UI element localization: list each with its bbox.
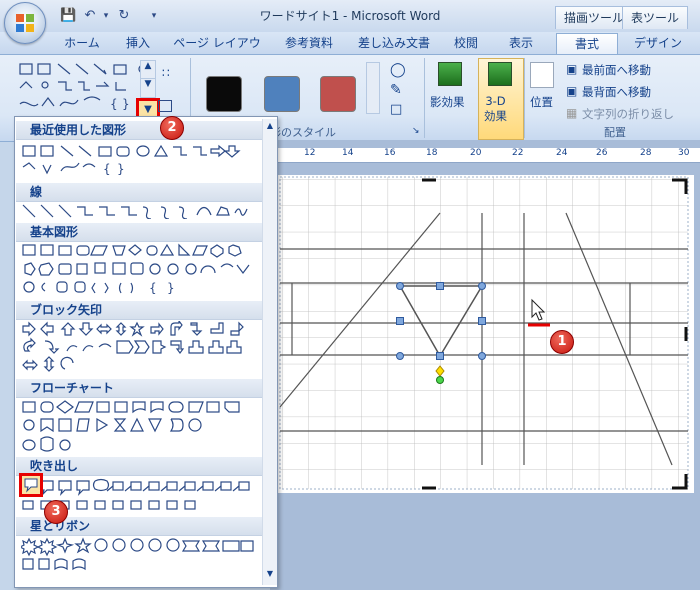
step-badge-3: 3 <box>44 500 68 524</box>
edit-shape-icon[interactable]: ∷ <box>162 66 170 80</box>
customize-toolbar-icon[interactable]: ▾ <box>146 8 162 24</box>
scroll-down-icon[interactable]: ▼ <box>264 569 276 581</box>
tab-page-layout[interactable]: ページ レイアウト <box>172 33 262 71</box>
svg-text:}: } <box>167 281 175 295</box>
ruler-tick: 12 <box>304 148 316 158</box>
gallery-scroll-down-icon[interactable]: ▼ <box>140 78 156 98</box>
send-to-back-button[interactable]: 最背面へ移動 <box>582 84 651 100</box>
rectangular-callout-button[interactable] <box>19 473 43 497</box>
window-title: ワードサイト1 - Microsoft Word <box>259 9 441 23</box>
drawing-canvas[interactable] <box>276 175 694 493</box>
arrange-group-label: 配置 <box>604 126 626 139</box>
ruler-tick: 16 <box>384 148 396 158</box>
position-button[interactable]: 位置 <box>530 94 553 110</box>
undo-icon[interactable]: ↶ <box>82 8 98 24</box>
svg-text:{: { <box>103 162 111 176</box>
redo-icon[interactable]: ↻ <box>116 8 132 24</box>
flowchart-rows[interactable] <box>21 399 257 455</box>
dialog-launcher-icon[interactable]: ↘ <box>412 126 420 136</box>
office-logo-icon <box>16 14 34 32</box>
3d-effects-icon <box>488 62 512 86</box>
tab-review[interactable]: 校閲 <box>446 33 486 54</box>
category-basic-shapes: 基本図形 <box>16 223 275 242</box>
shape-styles-group-label: 形のスタイル <box>270 126 336 139</box>
bring-to-front-button[interactable]: 最前面へ移動 <box>582 62 651 78</box>
ruler-tick: 28 <box>640 148 652 158</box>
recent-shapes-row[interactable]: { } <box>21 143 257 179</box>
fill-color-icon[interactable]: ◯ <box>390 62 406 78</box>
stars-ribbons-rows[interactable] <box>21 537 257 577</box>
ruler-tick: 30 <box>678 148 690 158</box>
ruler-tick: 14 <box>342 148 354 158</box>
category-block-arrows: ブロック矢印 <box>16 301 275 320</box>
tab-insert[interactable]: 挿入 <box>118 33 158 54</box>
shadow-effects-button[interactable]: 影効果 <box>430 94 465 110</box>
tab-design[interactable]: デザイン <box>628 33 688 54</box>
svg-text:}: } <box>117 162 125 176</box>
horizontal-ruler[interactable]: 12 14 16 18 20 22 24 26 28 30 <box>274 148 700 163</box>
step-badge-1: 1 <box>550 330 574 354</box>
svg-text:{: { <box>110 97 118 111</box>
block-arrows-rows[interactable] <box>21 321 257 377</box>
save-icon[interactable]: 💾 <box>60 8 76 24</box>
shadow-effects-icon[interactable] <box>438 62 462 86</box>
gallery-scroll-up-icon[interactable]: ▲ <box>140 60 156 80</box>
tab-mailings[interactable]: 差し込み文書 <box>356 33 432 54</box>
ruler-tick: 22 <box>512 148 524 158</box>
undo-dropdown-icon[interactable]: ▾ <box>98 8 114 24</box>
ribbon-separator <box>424 58 425 138</box>
ribbon-separator <box>524 58 525 138</box>
table-tools-context-tab[interactable]: 表ツール <box>622 6 689 29</box>
send-back-icon: ▣ <box>566 84 578 98</box>
category-recently-used: 最近使用した図形 <box>16 121 275 140</box>
text-wrap-icon: ▦ <box>566 106 578 120</box>
position-icon[interactable] <box>530 62 554 88</box>
text-wrapping-button[interactable]: 文字列の折り返し <box>582 106 674 122</box>
ruler-tick: 24 <box>556 148 568 158</box>
step-badge-2: 2 <box>160 116 184 140</box>
tab-format[interactable]: 書式 <box>556 33 618 55</box>
textbox-icon[interactable] <box>158 100 172 112</box>
dropdown-scrollbar[interactable]: ▲ ▼ <box>262 119 277 585</box>
rotate-handle-icon[interactable] <box>436 376 444 384</box>
tab-references[interactable]: 参考資料 <box>276 33 342 54</box>
lines-shapes-row[interactable] <box>21 203 257 219</box>
category-flowchart: フローチャート <box>16 379 275 398</box>
bring-front-icon: ▣ <box>566 62 578 76</box>
change-shape-icon[interactable]: □ <box>390 102 402 117</box>
3d-effects-label: 3-D 効果 <box>484 94 507 123</box>
ruler-tick: 20 <box>470 148 482 158</box>
svg-text:{: { <box>149 281 157 295</box>
shape-style-red[interactable] <box>320 76 356 112</box>
shape-style-blue[interactable] <box>264 76 300 112</box>
category-lines: 線 <box>16 183 275 202</box>
tab-home[interactable]: ホーム <box>60 33 104 54</box>
basic-shapes-rows[interactable]: { } <box>21 243 257 299</box>
ruler-tick: 26 <box>596 148 608 158</box>
shape-style-black[interactable] <box>206 76 242 112</box>
ruler-tick: 18 <box>426 148 438 158</box>
scroll-up-icon[interactable]: ▲ <box>264 121 276 133</box>
tab-view[interactable]: 表示 <box>500 33 542 54</box>
category-callouts: 吹き出し <box>16 457 275 476</box>
shape-styles-scroll[interactable] <box>366 62 380 114</box>
svg-text:}: } <box>122 97 130 111</box>
line-color-icon[interactable]: ✎ <box>390 82 402 98</box>
office-button[interactable] <box>4 2 46 44</box>
